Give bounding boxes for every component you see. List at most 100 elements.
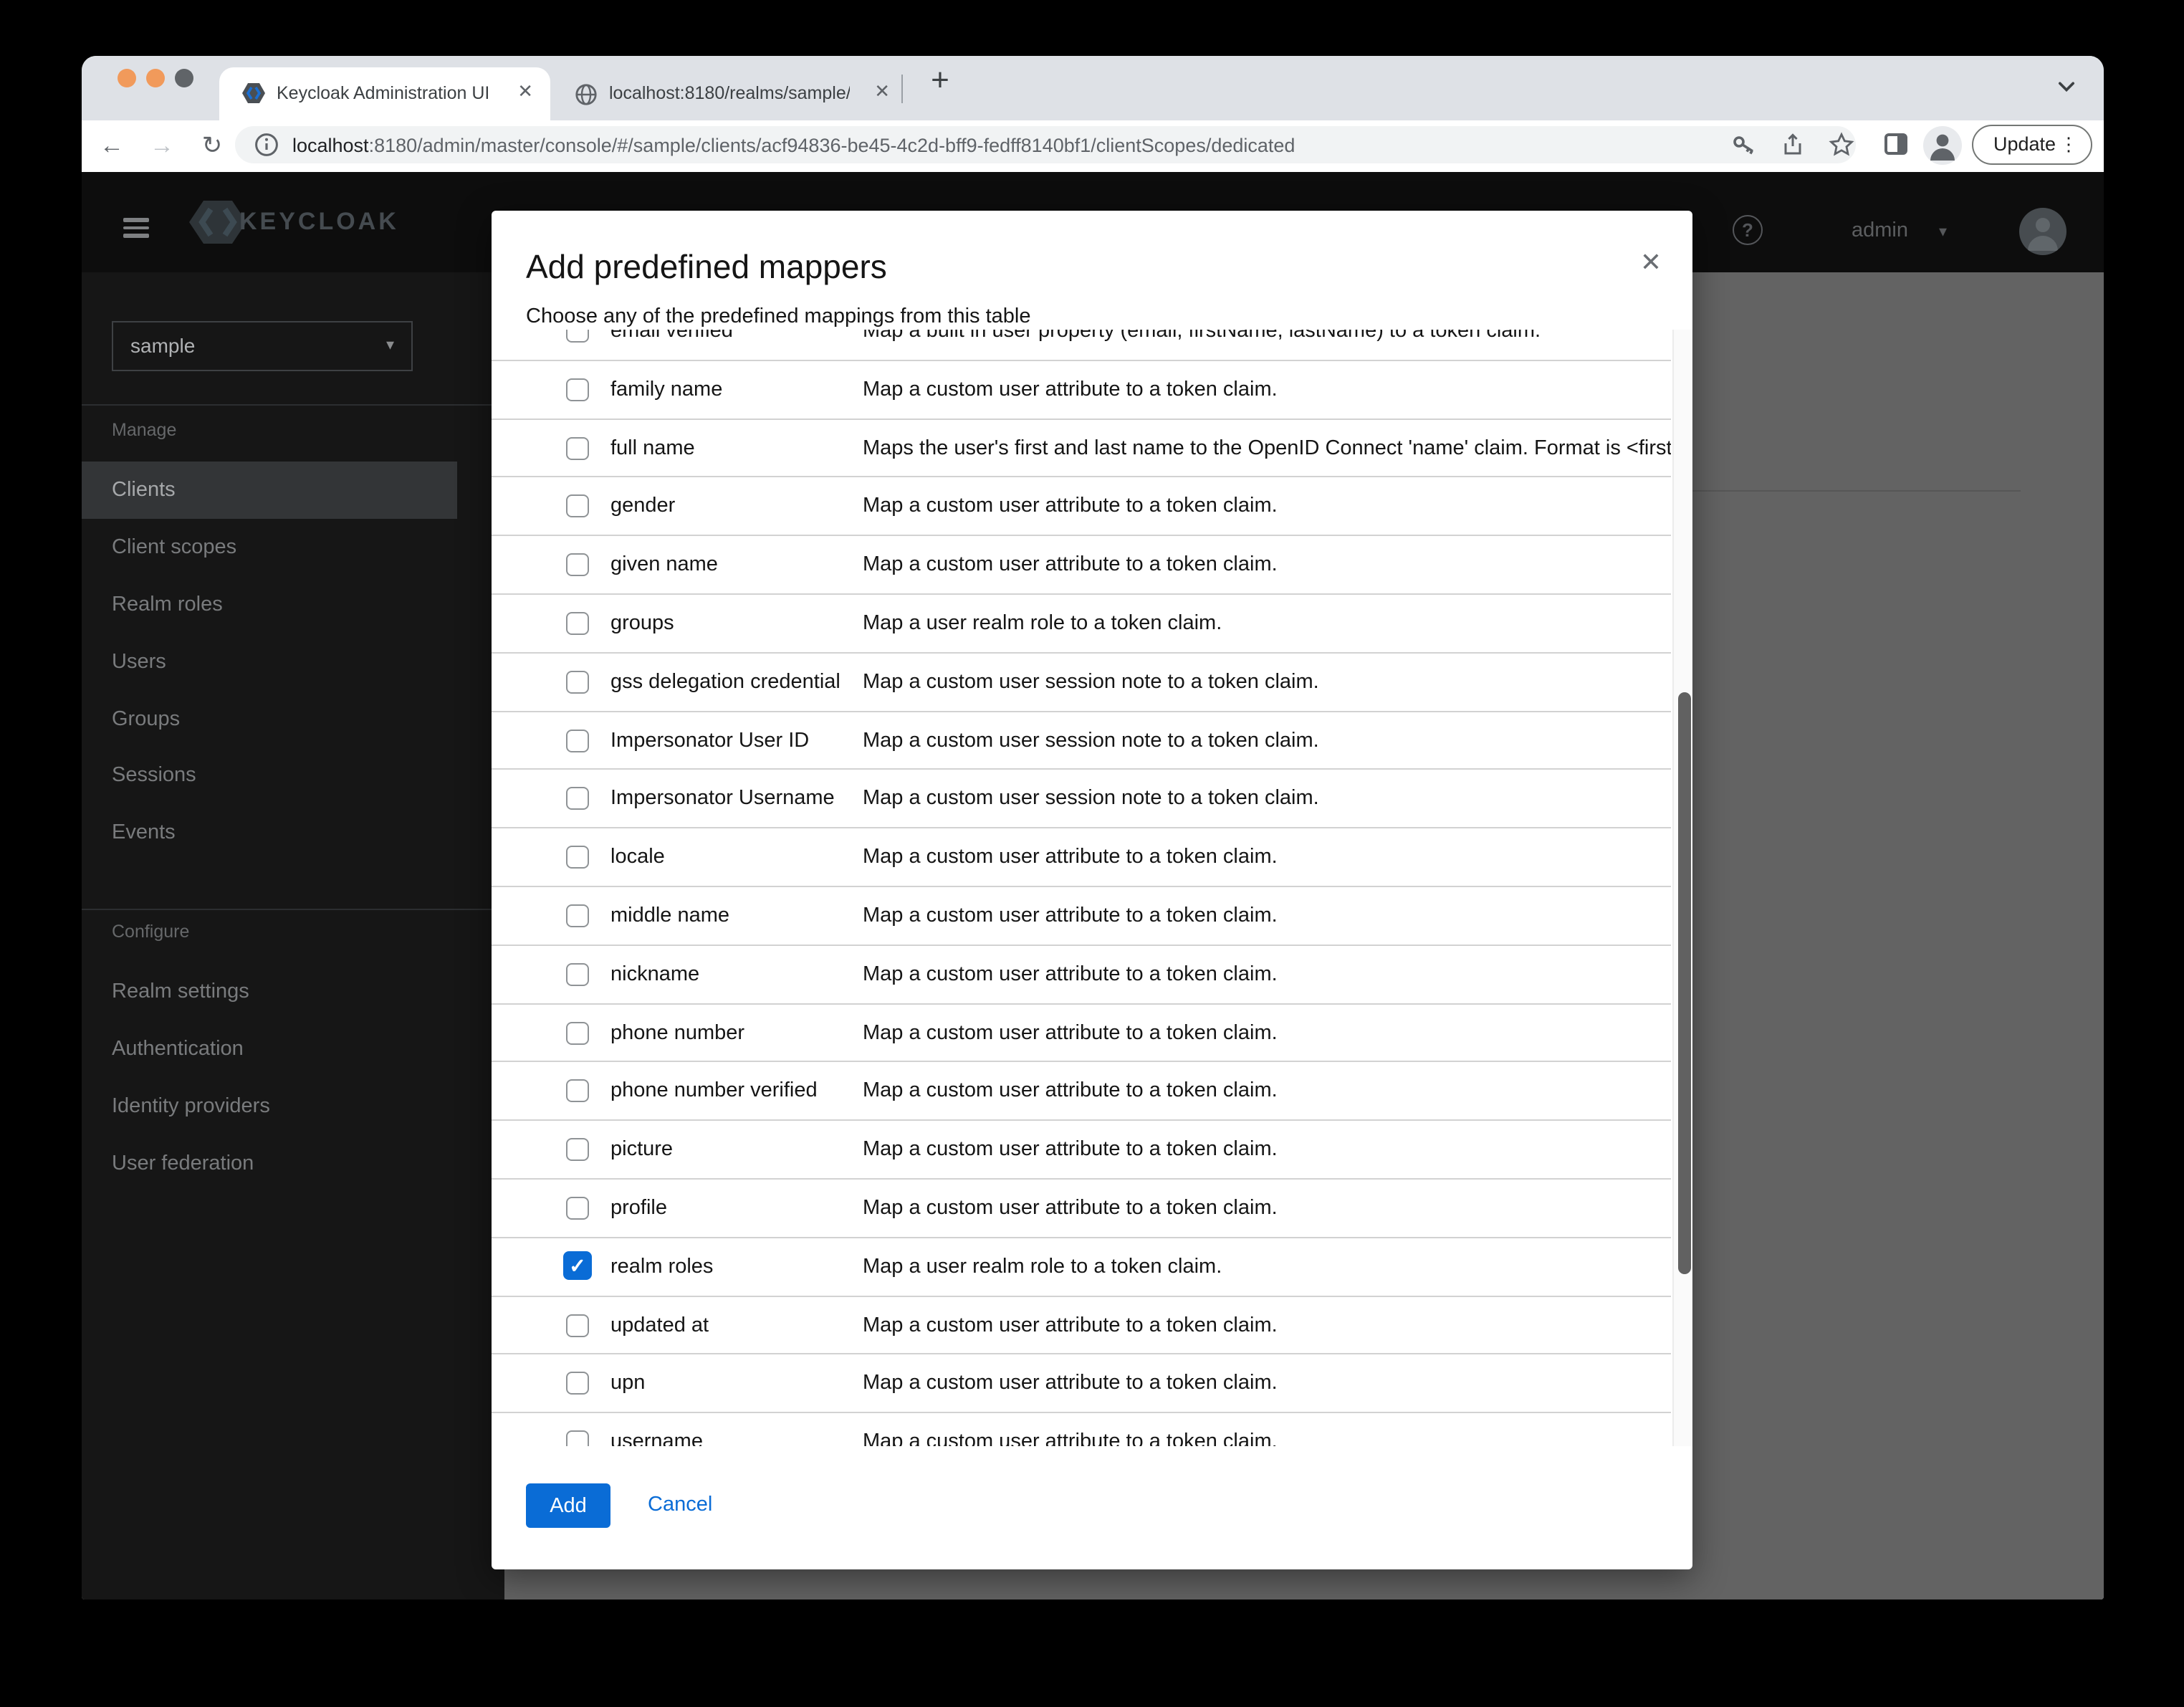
browser-profile-avatar[interactable] [1923, 126, 1962, 165]
mapper-description: Map a user realm role to a token claim. [863, 1255, 1222, 1278]
checkbox-unchecked[interactable] [566, 962, 589, 986]
modal-scrollbar-thumb[interactable] [1677, 692, 1690, 1274]
mapper-row-profile: profile Map a custom user attribute to a … [492, 1180, 1671, 1238]
checkbox-unchecked[interactable] [566, 553, 589, 577]
mapper-description: Map a custom user session note to a toke… [863, 729, 1319, 752]
realm-select[interactable]: sample ▾ [112, 321, 413, 371]
bookmark-star-icon[interactable] [1829, 132, 1854, 158]
sidebar-item-client-scopes[interactable]: Client scopes [82, 519, 457, 576]
window-zoom-button[interactable] [175, 69, 193, 87]
add-button[interactable]: Add [526, 1483, 610, 1528]
checkbox-unchecked[interactable] [566, 1079, 589, 1103]
tab-title: localhost:8180/realms/sample/ [609, 83, 850, 103]
mapper-name: updated at [610, 1314, 709, 1337]
mapper-name: phone number [610, 1021, 745, 1045]
cancel-link[interactable]: Cancel [648, 1493, 712, 1516]
mapper-name: profile [610, 1196, 667, 1220]
mapper-description: Map a custom user attribute to a token c… [863, 846, 1278, 869]
sidebar-item-sessions[interactable]: Sessions [82, 747, 457, 804]
checkbox-checked[interactable]: ✓ [563, 1251, 592, 1280]
checkbox-unchecked[interactable] [566, 330, 589, 343]
mapper-description: Map a custom user attribute to a token c… [863, 904, 1278, 927]
site-info-icon[interactable] [254, 132, 279, 158]
mapper-row-realm-roles: ✓ realm roles Map a user realm role to a t… [492, 1238, 1671, 1297]
sidebar-item-authentication[interactable]: Authentication [82, 1020, 457, 1078]
tab-localhost-realms[interactable]: localhost:8180/realms/sample/ ✕ [563, 73, 893, 116]
checkbox-unchecked[interactable] [566, 1021, 589, 1045]
tab-close-icon[interactable]: ✕ [517, 80, 533, 103]
checkbox-unchecked[interactable] [566, 611, 589, 635]
window-minimize-button[interactable] [146, 69, 165, 87]
mapper-row-middle-name: middle name Map a custom user attribute t… [492, 887, 1671, 946]
mapper-row-phone-number: phone number Map a custom user attribute … [492, 1004, 1671, 1063]
mapper-name: gss delegation credential [610, 670, 840, 694]
checkbox-unchecked[interactable] [566, 1196, 589, 1220]
mapper-description: Map a custom user attribute to a token c… [863, 1138, 1278, 1162]
checkbox-unchecked[interactable] [566, 787, 589, 811]
address-bar[interactable]: localhost:8180/admin/master/console/#/sa… [235, 126, 1856, 163]
checkbox-unchecked[interactable] [566, 846, 589, 869]
keycloak-sidebar: sample ▾ Manage Clients Client scopes Realm… [82, 272, 504, 1600]
chrome-update-button[interactable]: Update ⋮ [1972, 125, 2092, 165]
tab-close-icon[interactable]: ✕ [874, 80, 890, 103]
browser-menu-kebab-icon[interactable]: ⋮ [2059, 126, 2078, 163]
tab-keycloak-admin[interactable]: Keycloak Administration UI ✕ [219, 67, 550, 120]
mapper-description: Map a custom user attribute to a token c… [863, 1430, 1278, 1446]
checkbox-unchecked[interactable] [566, 904, 589, 927]
user-avatar[interactable] [2019, 208, 2066, 255]
tab-search-chevron-icon[interactable] [2051, 70, 2082, 102]
sidebar-section-heading: Manage [112, 420, 177, 440]
checkbox-unchecked[interactable] [566, 1430, 589, 1446]
modal-scrollbar-track[interactable] [1672, 330, 1692, 1446]
mapper-description: Map a custom user attribute to a token c… [863, 962, 1278, 986]
mapper-row-updated-at: updated at Map a custom user attribute to… [492, 1296, 1671, 1355]
mapper-name: given name [610, 553, 718, 577]
reload-icon[interactable]: ↻ [193, 128, 231, 165]
mapper-name: upn [610, 1372, 646, 1395]
checkbox-unchecked[interactable] [566, 494, 589, 518]
new-tab-button[interactable]: + [920, 62, 960, 102]
sidebar-item-users[interactable]: Users [82, 633, 457, 691]
checkbox-unchecked[interactable] [566, 1314, 589, 1337]
password-key-icon[interactable] [1731, 132, 1757, 158]
checkbox-unchecked[interactable] [566, 729, 589, 752]
window-close-button[interactable] [118, 69, 136, 87]
sidebar-item-events[interactable]: Events [82, 804, 457, 861]
url-path: :8180/admin/master/console/#/sample/clie… [368, 135, 1295, 156]
mapper-row-family-name: family name Map a custom user attribute t… [492, 361, 1671, 420]
checkbox-unchecked[interactable] [566, 378, 589, 401]
checkbox-unchecked[interactable] [566, 670, 589, 694]
add-predefined-mappers-modal: Add predefined mappers ✕ Choose any of t… [492, 211, 1692, 1569]
sidebar-item-realm-roles[interactable]: Realm roles [82, 576, 457, 633]
sidebar-item-identity-providers[interactable]: Identity providers [82, 1078, 457, 1135]
sidebar-item-clients[interactable]: Clients [82, 462, 457, 519]
mapper-description: Map a custom user attribute to a token c… [863, 1021, 1278, 1045]
share-icon[interactable] [1780, 132, 1806, 158]
back-icon[interactable]: ← [93, 128, 130, 165]
sidebar-item-realm-settings[interactable]: Realm settings [82, 963, 457, 1020]
checkbox-unchecked[interactable] [566, 1138, 589, 1162]
help-icon[interactable]: ? [1733, 215, 1763, 245]
modal-close-icon[interactable]: ✕ [1634, 248, 1668, 282]
mapper-name: locale [610, 846, 665, 869]
person-icon [1930, 134, 1955, 161]
mapper-row-username: username Map a custom user attribute to a… [492, 1413, 1671, 1446]
mapper-description: Map a custom user attribute to a token c… [863, 378, 1278, 401]
url-host: localhost [292, 135, 369, 156]
keycloak-logo: KEYCLOAK [185, 198, 399, 247]
hamburger-menu-icon[interactable] [123, 218, 149, 238]
sidebar-item-groups[interactable]: Groups [82, 691, 457, 748]
user-menu[interactable]: admin [1852, 219, 1908, 242]
mapper-row-upn: upn Map a custom user attribute to a toke… [492, 1355, 1671, 1414]
mapper-description: Map a custom user session note to a toke… [863, 787, 1319, 811]
checkbox-unchecked[interactable] [566, 1372, 589, 1395]
sidebar-item-user-federation[interactable]: User federation [82, 1135, 457, 1192]
mappers-table-scroll-area[interactable]: email verified Map a built in user proper… [492, 330, 1671, 1446]
mapper-row-phone-number-verified: phone number verified Map a custom user a… [492, 1063, 1671, 1122]
mapper-row-email-verified: email verified Map a built in user proper… [492, 330, 1671, 361]
checkbox-unchecked[interactable] [566, 436, 589, 460]
mapper-description: Map a custom user attribute to a token c… [863, 494, 1278, 518]
user-menu-caret-icon[interactable]: ▾ [1939, 222, 1947, 241]
side-panel-icon[interactable] [1884, 133, 1907, 155]
keycloak-logo-text: KEYCLOAK [239, 208, 399, 235]
